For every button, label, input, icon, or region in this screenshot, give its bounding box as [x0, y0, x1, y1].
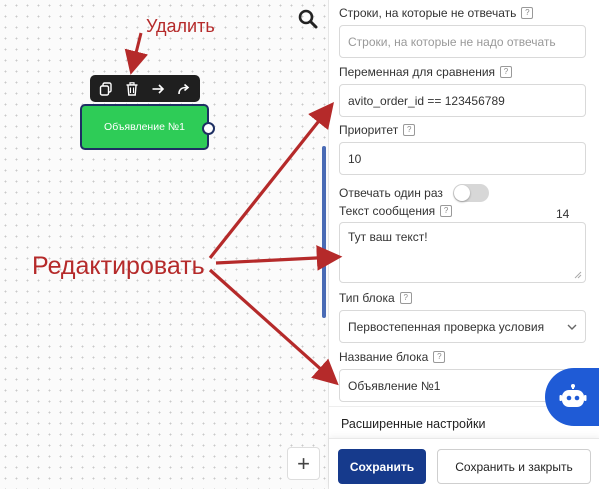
node-label: Объявление №1	[104, 121, 185, 133]
answer-once-label: Отвечать один раз	[339, 186, 443, 200]
answer-once-toggle[interactable]	[453, 184, 489, 202]
help-icon[interactable]: ?	[399, 292, 412, 304]
compare-var-input[interactable]: avito_order_id == 123456789	[339, 84, 586, 117]
trash-icon[interactable]	[121, 79, 143, 99]
help-icon[interactable]: ?	[403, 124, 416, 136]
block-type-select[interactable]: Первостепенная проверка условия	[339, 310, 586, 343]
robot-icon	[559, 384, 587, 407]
share-icon[interactable]	[173, 79, 195, 99]
ignore-lines-label: Строки, на которые не отвечать?	[339, 6, 534, 20]
block-type-label: Тип блока?	[339, 291, 412, 305]
help-icon[interactable]: ?	[440, 205, 453, 217]
priority-label: Приоритет?	[339, 123, 416, 137]
help-icon[interactable]: ?	[433, 351, 446, 363]
block-name-label: Название блока?	[339, 350, 446, 364]
chat-bot-button[interactable]	[545, 368, 599, 426]
help-icon[interactable]: ?	[500, 66, 513, 78]
panel-scrollbar[interactable]	[322, 146, 326, 318]
save-and-close-button[interactable]: Сохранить и закрыть	[437, 449, 591, 484]
message-textarea[interactable]: Тут ваш текст!	[339, 222, 586, 283]
copy-icon[interactable]	[95, 79, 117, 99]
toggle-knob	[454, 185, 470, 201]
node-toolbar	[90, 75, 200, 102]
panel-footer: Сохранить Сохранить и закрыть	[329, 438, 599, 489]
flow-node[interactable]: Объявление №1	[80, 104, 215, 150]
save-button[interactable]: Сохранить	[338, 449, 426, 484]
search-icon[interactable]	[297, 8, 319, 30]
flow-canvas[interactable]: Объявление №1 + Удалить Редактировать	[0, 0, 328, 489]
add-block-button[interactable]: +	[287, 447, 320, 480]
help-icon[interactable]: ?	[521, 7, 534, 19]
message-label: Текст сообщения?	[339, 204, 453, 218]
annotation-edit: Редактировать	[32, 252, 205, 280]
node-output-port[interactable]	[202, 122, 215, 135]
resize-grip-icon[interactable]	[574, 271, 582, 279]
ignore-lines-input[interactable]: Строки, на которые не надо отвечать	[339, 25, 586, 58]
priority-input[interactable]: 10	[339, 142, 586, 175]
annotation-delete: Удалить	[146, 16, 215, 36]
chevron-down-icon	[567, 324, 577, 330]
message-counter: 14	[556, 207, 570, 221]
compare-var-label: Переменная для сравнения?	[339, 65, 513, 79]
arrow-right-icon[interactable]	[147, 79, 169, 99]
